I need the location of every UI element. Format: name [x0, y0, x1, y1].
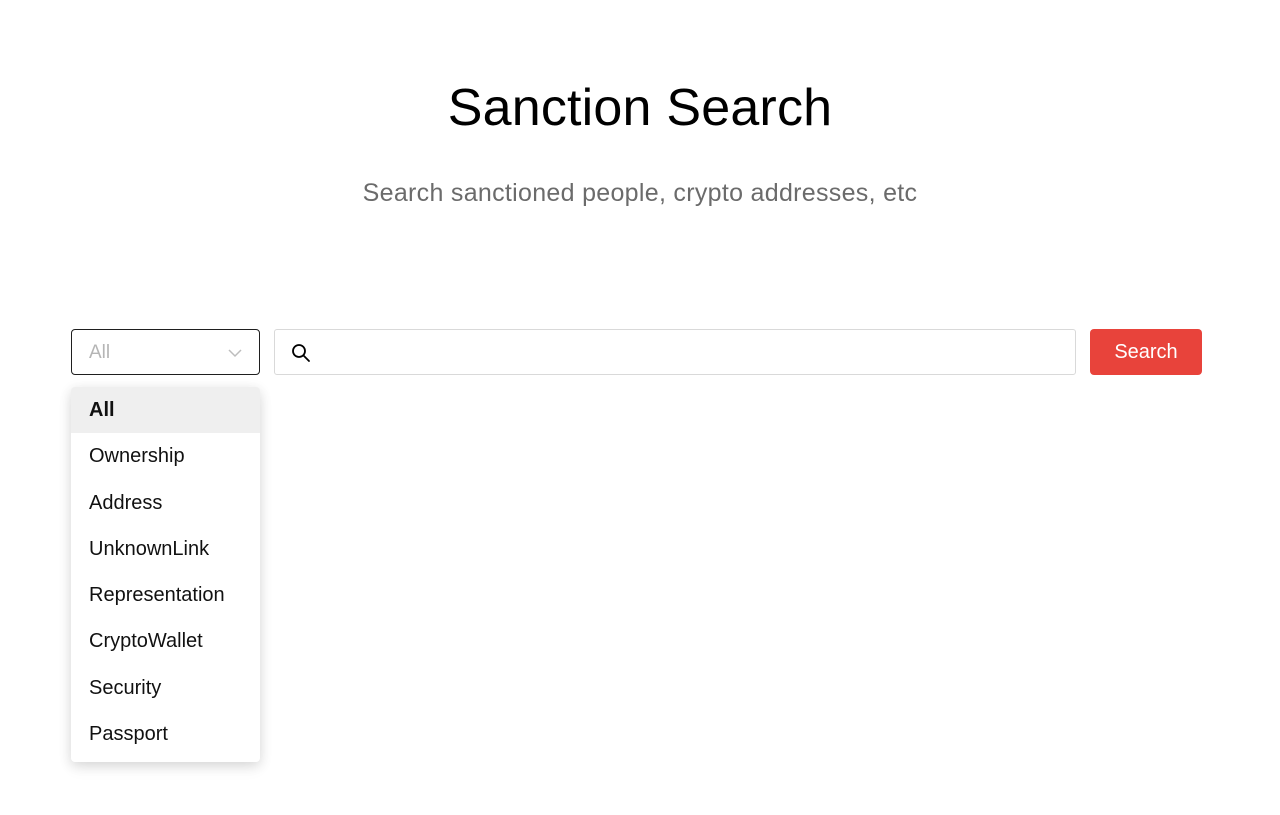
- dropdown-option-ownership[interactable]: Ownership: [71, 433, 260, 479]
- search-input[interactable]: [323, 334, 1063, 370]
- category-dropdown-menu: All Ownership Address UnknownLink Representa…: [71, 387, 260, 762]
- dropdown-option-representation[interactable]: Representation: [71, 572, 260, 618]
- dropdown-option-unknownlink[interactable]: UnknownLink: [71, 526, 260, 572]
- dropdown-option-address[interactable]: Address: [71, 480, 260, 526]
- category-select[interactable]: All: [71, 329, 260, 375]
- page-subtitle: Search sanctioned people, crypto address…: [362, 179, 918, 207]
- dropdown-option-all[interactable]: All: [71, 387, 260, 434]
- search-box[interactable]: [274, 329, 1076, 375]
- dropdown-option-passport[interactable]: Passport: [71, 711, 260, 757]
- chevron-down-icon: [228, 349, 242, 358]
- dropdown-option-cryptowallet[interactable]: CryptoWallet: [71, 618, 260, 664]
- search-button[interactable]: Search: [1090, 329, 1202, 375]
- search-icon: [292, 344, 310, 362]
- page: Sanction Search Search sanctioned people…: [0, 0, 1280, 815]
- category-select-value: All: [89, 342, 111, 363]
- dropdown-option-security[interactable]: Security: [71, 665, 260, 711]
- page-title: Sanction Search: [447, 79, 833, 137]
